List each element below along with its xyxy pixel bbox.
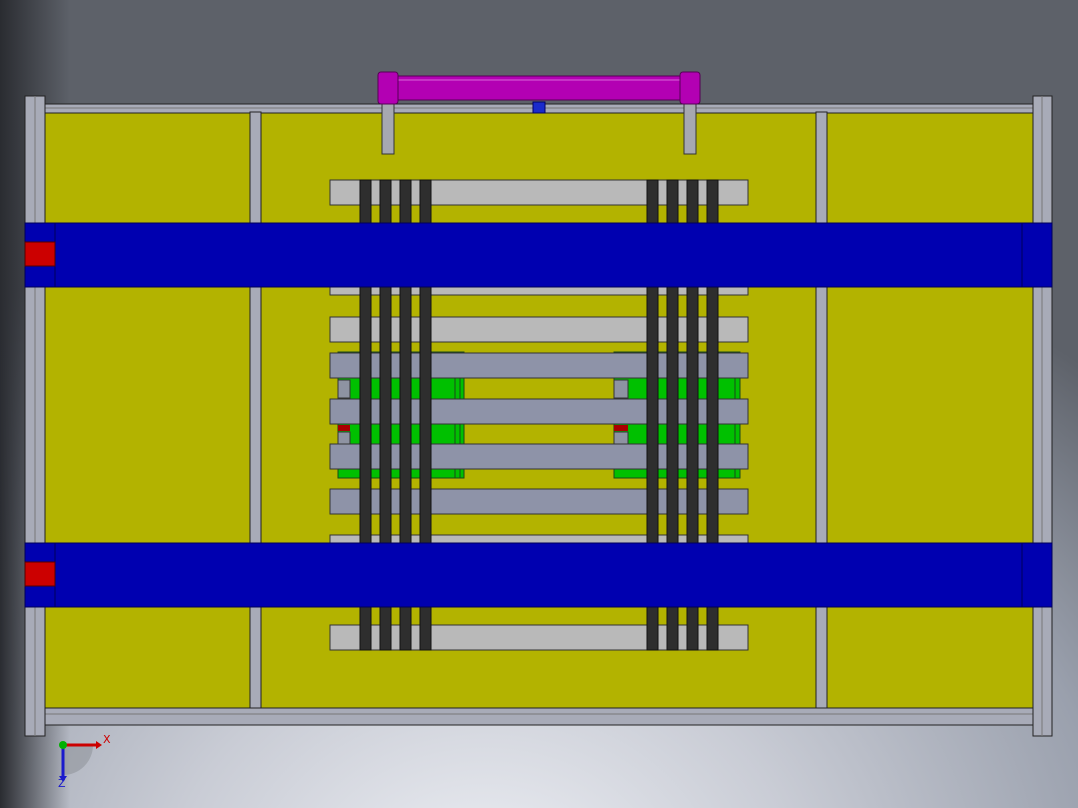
grey-clamp-right-1 (613, 379, 629, 399)
slate-bar-3 (329, 443, 749, 470)
grey-bar-1 (329, 179, 749, 206)
red-mark-right (614, 425, 628, 431)
rod-right (683, 99, 697, 155)
blue-connector (532, 101, 546, 114)
orientation-triad (59, 741, 102, 782)
yellow-panel-left (43, 111, 253, 709)
red-block-bottom (24, 561, 56, 587)
blue-beam-top (24, 222, 1053, 288)
slate-bar-1 (329, 352, 749, 379)
frame-divider-right (815, 111, 828, 709)
grey-clamp-left-1 (337, 379, 351, 399)
red-mark-left (338, 425, 350, 431)
rod-left (381, 99, 395, 155)
y-axis-dot-icon (59, 741, 67, 749)
cylinder-cap-left (377, 71, 399, 105)
slate-bar-2 (329, 398, 749, 425)
grey-bar-5 (329, 624, 749, 651)
frame-divider-left (249, 111, 262, 709)
red-block-top (24, 241, 56, 267)
slate-bar-4 (329, 488, 749, 515)
x-axis-label: X (103, 733, 111, 746)
frame-bottom-rail (27, 707, 1035, 726)
z-axis-label: Z (58, 777, 66, 790)
assembly-top-view[interactable] (0, 0, 1078, 808)
grey-bar-3 (329, 316, 749, 343)
cylinder-cap-right (679, 71, 701, 105)
blue-beam-bottom (24, 542, 1053, 608)
yellow-panel-right (826, 111, 1034, 709)
cad-viewport[interactable]: X Z (0, 0, 1078, 808)
